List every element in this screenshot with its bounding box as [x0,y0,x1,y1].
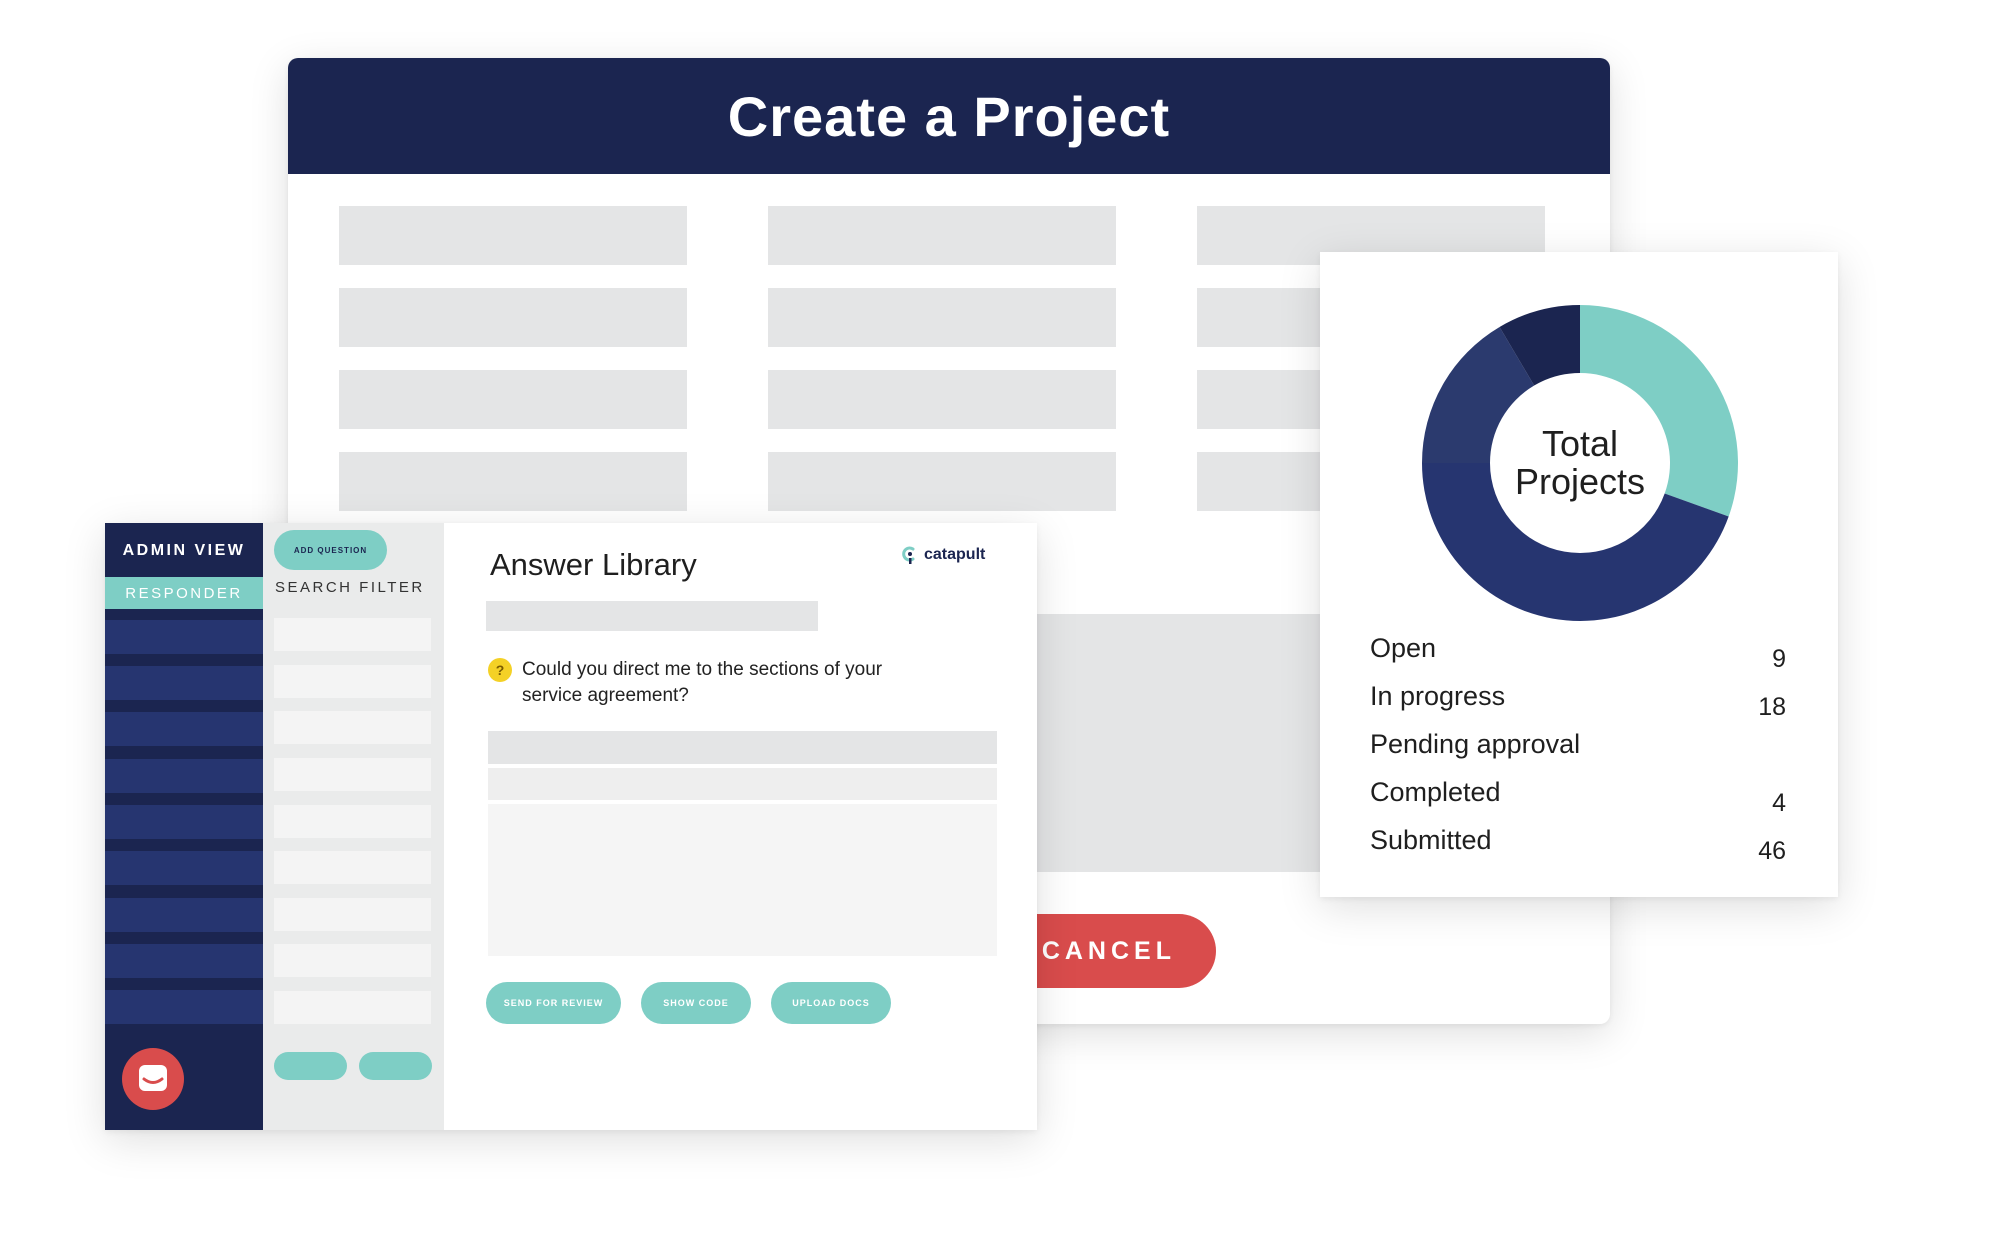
brand-name: catapult [924,546,986,563]
filter-option[interactable] [274,805,431,838]
stat-label-submitted: Submitted [1370,825,1492,855]
sidebar-item[interactable] [105,990,263,1024]
filter-option[interactable] [274,711,431,744]
filter-reset-button[interactable] [359,1052,432,1080]
stat-label-open: Open [1370,633,1437,663]
sidebar-item[interactable] [105,805,263,839]
admin-sidebar: ADMIN VIEW RESPONDER [105,523,263,1130]
chat-button[interactable] [122,1048,184,1110]
sidebar-item[interactable] [105,620,263,654]
answer-field[interactable] [488,731,997,764]
search-input[interactable] [486,601,818,631]
filter-option[interactable] [274,618,431,651]
sidebar-item[interactable] [105,898,263,932]
form-field[interactable] [339,206,687,265]
upload-docs-button[interactable]: UPLOAD DOCS [771,982,891,1024]
answer-library-window: ADMIN VIEW RESPONDER ADD QUESTION SEARCH… [105,523,1037,1130]
library-title: Answer Library [490,547,697,582]
form-field[interactable] [768,206,1116,265]
donut-center-label: Total Projects [1422,305,1738,621]
sidebar-item[interactable] [105,851,263,885]
search-filter-label: SEARCH FILTER [275,579,425,596]
form-field[interactable] [768,288,1116,347]
sidebar-item[interactable] [105,666,263,700]
stat-label-completed: Completed [1370,777,1501,807]
form-field[interactable] [339,370,687,429]
form-field[interactable] [768,370,1116,429]
stat-value-open: 9 [1772,645,1786,673]
form-field[interactable] [768,452,1116,511]
tab-responder[interactable]: RESPONDER [105,577,263,609]
description-textarea[interactable] [1028,614,1348,872]
sidebar-item[interactable] [105,759,263,793]
answer-library-main: Answer Library catapult ? Could you dire… [444,523,1037,1130]
answer-field[interactable] [488,768,997,800]
stat-value-completed: 4 [1772,789,1786,817]
donut-label-line2: Projects [1514,461,1646,502]
stat-label-in-progress: In progress [1370,681,1506,711]
answer-textarea[interactable] [488,804,997,956]
sidebar-item[interactable] [105,712,263,746]
filter-option[interactable] [274,944,431,977]
stat-value-in-progress: 18 [1758,693,1786,721]
form-field[interactable] [339,288,687,347]
catapult-logo-icon [902,546,915,564]
show-code-button[interactable]: SHOW CODE [641,982,751,1024]
donut-label-line1: Total [1541,423,1619,464]
add-question-button[interactable]: ADD QUESTION [274,530,387,570]
question-text: Could you direct me to the sections of y… [522,659,883,706]
chat-icon [139,1065,167,1091]
filter-option[interactable] [274,758,431,791]
filter-option[interactable] [274,665,431,698]
send-for-review-button[interactable]: SEND FOR REVIEW [486,982,621,1024]
question-icon: ? [488,658,512,682]
sidebar-item[interactable] [105,944,263,978]
brand-logo: catapult [902,545,985,565]
filter-panel: ADD QUESTION SEARCH FILTER [263,523,444,1130]
form-field[interactable] [339,452,687,511]
stat-label-pending-approval: Pending approval [1370,729,1581,759]
filter-apply-button[interactable] [274,1052,347,1080]
filter-option[interactable] [274,898,431,931]
filter-option[interactable] [274,851,431,884]
admin-view-label: ADMIN VIEW [122,542,246,559]
project-header: Create a Project [288,58,1610,174]
page-title: Create a Project [727,84,1171,148]
total-projects-card: Total Projects Open 9 In progress 18 Pen… [1320,252,1838,897]
filter-option[interactable] [274,991,431,1024]
stat-value-submitted: 46 [1758,837,1786,865]
